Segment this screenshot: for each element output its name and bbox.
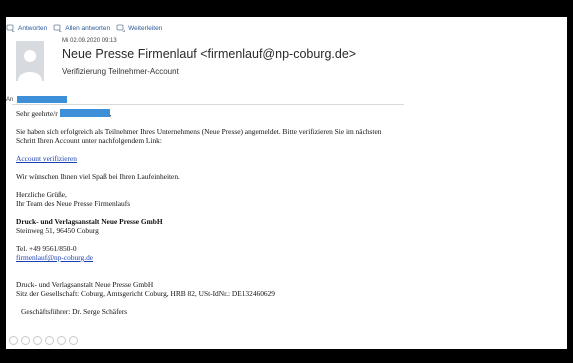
- header-divider: [12, 104, 404, 105]
- intro-line-2: Schritt Ihren Account unter nachfolgende…: [16, 136, 162, 145]
- signature-address: Steinweg 51, 96450 Coburg: [16, 226, 99, 235]
- social-icon-4[interactable]: [45, 336, 54, 345]
- forward-button[interactable]: Weiterleiten: [116, 24, 162, 33]
- social-icon-5[interactable]: [57, 336, 66, 345]
- message-toolbar: Antworten Allen antworten Weiterleiten: [6, 22, 168, 34]
- closing-line-2: Ihr Team des Neue Presse Firmenlaufs: [16, 199, 131, 208]
- message-body: Sehr geehrte/r , Sie haben sich erfolgre…: [16, 109, 556, 316]
- greeting-prefix: Sehr geehrte/r: [16, 109, 58, 118]
- social-icon-2[interactable]: [21, 336, 30, 345]
- greeting-suffix: ,: [109, 109, 112, 118]
- reply-all-icon: [53, 24, 63, 32]
- footer-company: Druck- und Verlagsanstalt Neue Presse Gm…: [16, 280, 154, 289]
- reply-button[interactable]: Antworten: [6, 24, 47, 33]
- to-label: An: [6, 96, 14, 103]
- footer-icons: [9, 336, 81, 345]
- greeting-line: Sehr geehrte/r ,: [16, 109, 556, 118]
- footer-seat: Sitz der Gesellschaft: Coburg, Amtsgeric…: [16, 289, 275, 298]
- reply-all-label: Allen antworten: [65, 24, 111, 32]
- reply-label: Antworten: [18, 24, 48, 32]
- signature-email-link[interactable]: firmenlauf@np-coburg.de: [16, 253, 93, 262]
- signature-company: Druck- und Verlagsanstalt Neue Presse Gm…: [16, 217, 163, 226]
- social-icon-6[interactable]: [69, 336, 78, 345]
- avatar: [16, 41, 44, 81]
- social-icon-3[interactable]: [33, 336, 42, 345]
- closing-line-1: Herzliche Grüße,: [16, 190, 67, 199]
- reply-icon: [6, 24, 15, 32]
- social-icon-1[interactable]: [9, 336, 18, 345]
- forward-icon: [116, 24, 126, 32]
- verify-account-link[interactable]: Account verifizieren: [16, 154, 77, 163]
- forward-label: Weiterleiten: [128, 24, 163, 32]
- footer-managing-director: Geschäftsführer: Dr. Serge Schäfers: [21, 307, 128, 316]
- person-icon: [16, 41, 44, 81]
- message-date: Mi 02.09.2020 09:13: [62, 38, 117, 44]
- reply-all-button[interactable]: Allen antworten: [53, 24, 110, 33]
- intro-line-1: Sie haben sich erfolgreich als Teilnehme…: [16, 127, 382, 136]
- redacted-name: [59, 109, 110, 117]
- sender-address[interactable]: Neue Presse Firmenlauf <firmenlauf@np-co…: [62, 47, 356, 61]
- email-window: Antworten Allen antworten Weiterleiten M…: [6, 17, 567, 349]
- signature-phone: Tel. +49 9561/850-0: [16, 244, 77, 253]
- redacted-recipient: [17, 96, 68, 103]
- message-subject: Verifizierung Teilnehmer-Account: [62, 67, 179, 76]
- message-header: Mi 02.09.2020 09:13 Neue Presse Firmenla…: [6, 37, 567, 103]
- recipient-line: An: [6, 96, 68, 103]
- wishes-line: Wir wünschen Ihnen viel Spaß bei Ihren L…: [16, 172, 180, 181]
